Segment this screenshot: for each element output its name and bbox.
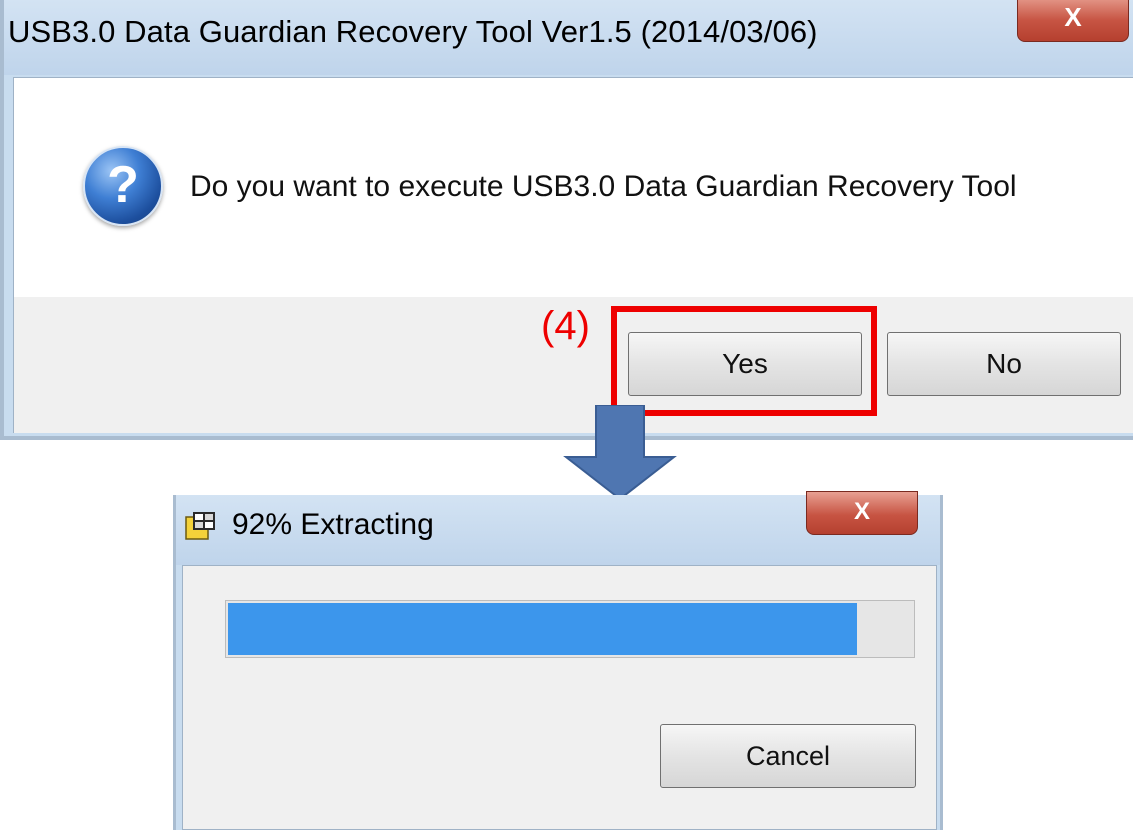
extract-progress-dialog: 92% Extracting X Cancel [173, 491, 943, 830]
installer-app-icon [185, 512, 215, 540]
annotation-highlight-box [611, 306, 877, 416]
progress-bar-fill [228, 603, 857, 655]
annotation-step-label: (4) [541, 304, 590, 348]
progress-dialog-title: 92% Extracting [232, 508, 434, 541]
confirm-dialog-titlebar[interactable]: USB3.0 Data Guardian Recovery Tool Ver1.… [4, 0, 1133, 75]
close-button[interactable]: X [1017, 0, 1129, 42]
question-icon: ? [83, 146, 163, 226]
no-button[interactable]: No [887, 332, 1121, 396]
down-arrow-icon [563, 405, 677, 501]
close-button[interactable]: X [806, 491, 918, 535]
progress-dialog-body: Cancel [182, 565, 937, 830]
confirm-message: Do you want to execute USB3.0 Data Guard… [190, 170, 1017, 203]
close-icon: X [1064, 2, 1082, 32]
extract-progress-bar [225, 600, 915, 658]
cancel-button[interactable]: Cancel [660, 724, 916, 788]
confirm-dialog-title: USB3.0 Data Guardian Recovery Tool Ver1.… [8, 14, 818, 49]
close-icon: X [853, 498, 870, 525]
